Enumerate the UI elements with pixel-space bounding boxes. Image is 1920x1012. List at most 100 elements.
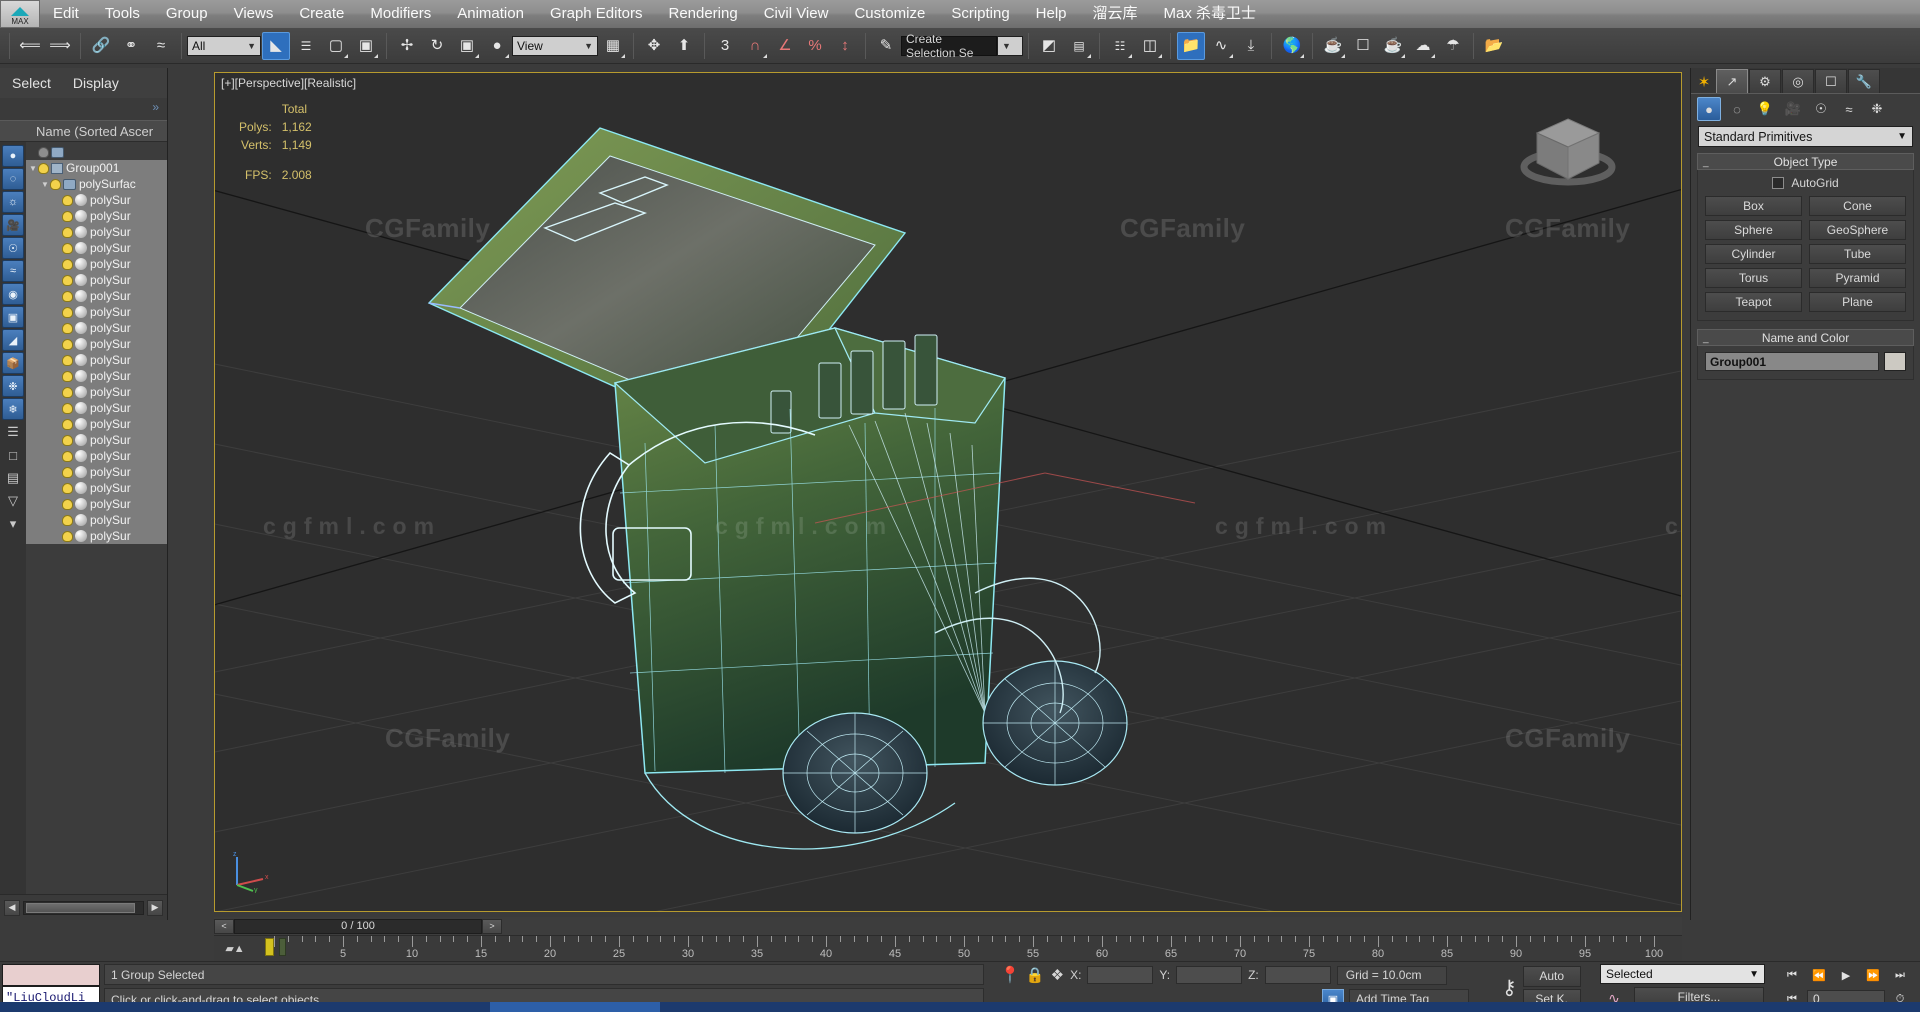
menu-item-tools[interactable]: Tools bbox=[92, 0, 153, 28]
light-bulb-icon[interactable] bbox=[62, 514, 73, 526]
angle-snap-toggle-button[interactable]: ∠ bbox=[771, 32, 799, 60]
minimize-icon[interactable]: _ bbox=[1703, 333, 1709, 344]
undo-button[interactable]: ⟸ bbox=[16, 32, 44, 60]
edit-named-selection-sets-button[interactable]: ✎ bbox=[872, 32, 900, 60]
light-bulb-icon[interactable] bbox=[62, 466, 73, 478]
scene-explorer-row[interactable]: polySur bbox=[26, 368, 167, 384]
light-bulb-icon[interactable] bbox=[38, 146, 49, 158]
menu-item-group[interactable]: Group bbox=[153, 0, 221, 28]
filter-particles-icon[interactable]: ❉ bbox=[2, 375, 24, 397]
layer-explorer-button[interactable]: ☷ bbox=[1106, 32, 1134, 60]
snaps-toggle-magnet-button[interactable]: ∩ bbox=[741, 32, 769, 60]
unlink-selection-button[interactable]: ⚭ bbox=[117, 32, 145, 60]
render-iterative-button[interactable]: ☁ bbox=[1409, 32, 1437, 60]
go-to-end-button[interactable]: ⏭ bbox=[1888, 965, 1912, 985]
light-bulb-icon[interactable] bbox=[62, 418, 73, 430]
redo-button[interactable]: ⟹ bbox=[46, 32, 74, 60]
light-bulb-icon[interactable] bbox=[62, 354, 73, 366]
snap-toggle-button[interactable]: 3 bbox=[711, 32, 739, 60]
scene-explorer-row[interactable]: polySur bbox=[26, 432, 167, 448]
scene-explorer-row[interactable]: polySur bbox=[26, 416, 167, 432]
create-geosphere-button[interactable]: GeoSphere bbox=[1809, 220, 1906, 240]
scene-explorer-row[interactable]: polySur bbox=[26, 464, 167, 480]
horizontal-scrollbar[interactable] bbox=[23, 900, 144, 915]
light-bulb-icon[interactable] bbox=[62, 210, 73, 222]
light-bulb-icon[interactable] bbox=[62, 242, 73, 254]
light-bulb-icon[interactable] bbox=[62, 386, 73, 398]
previous-frame-button[interactable]: ⏪ bbox=[1807, 965, 1831, 985]
menu-item-civil-view[interactable]: Civil View bbox=[751, 0, 842, 28]
light-bulb-icon[interactable] bbox=[38, 162, 49, 174]
menu-item-help[interactable]: Help bbox=[1023, 0, 1080, 28]
light-bulb-icon[interactable] bbox=[62, 306, 73, 318]
reference-coordinate-dropdown[interactable]: View ▼ bbox=[512, 35, 598, 56]
scene-explorer-row[interactable]: polySur bbox=[26, 224, 167, 240]
filter-funnel-icon[interactable]: ▽ bbox=[2, 490, 24, 512]
scene-explorer-row[interactable]: polySur bbox=[26, 320, 167, 336]
scene-explorer-tab-select[interactable]: Select bbox=[12, 75, 51, 91]
mirror-tool-button[interactable]: ◩ bbox=[1035, 32, 1063, 60]
scene-explorer-row[interactable]: ▼ Group001 bbox=[26, 160, 167, 176]
light-bulb-icon[interactable] bbox=[62, 274, 73, 286]
viewport-label[interactable]: [+][Perspective][Realistic] bbox=[221, 76, 356, 90]
open-folder-button[interactable]: 📂 bbox=[1480, 32, 1508, 60]
select-object-button[interactable]: ◣ bbox=[262, 31, 290, 60]
scene-explorer-row[interactable]: polySur bbox=[26, 448, 167, 464]
light-bulb-icon[interactable] bbox=[62, 322, 73, 334]
menu-item-rendering[interactable]: Rendering bbox=[655, 0, 750, 28]
light-bulb-icon[interactable] bbox=[62, 434, 73, 446]
tab-motion[interactable]: ☐ bbox=[1815, 69, 1847, 93]
y-coordinate-input[interactable] bbox=[1176, 966, 1243, 984]
render-in-cloud-button[interactable]: ☂ bbox=[1439, 32, 1467, 60]
create-sphere-button[interactable]: Sphere bbox=[1705, 220, 1802, 240]
named-selection-set-dropdown[interactable]: ▼ bbox=[997, 35, 1023, 56]
align-tool-button[interactable]: ▤ bbox=[1065, 32, 1093, 60]
next-frame-button[interactable]: ⏩ bbox=[1861, 965, 1885, 985]
tab-display[interactable]: 🔧 bbox=[1848, 69, 1880, 93]
schematic-view-button[interactable]: ⤓ bbox=[1237, 32, 1265, 60]
display-blank-icon[interactable]: □ bbox=[2, 444, 24, 466]
x-coordinate-input[interactable] bbox=[1087, 966, 1154, 984]
scrollbar-thumb[interactable] bbox=[26, 902, 136, 913]
curve-editor-button[interactable]: ∿ bbox=[1207, 32, 1235, 60]
key-mode-toggle-button[interactable]: ⦿ bbox=[1915, 965, 1920, 985]
category-shapes-icon[interactable]: ◌ bbox=[1725, 97, 1749, 121]
menu-item-liuyunku[interactable]: 溜云库 bbox=[1080, 0, 1151, 28]
scene-explorer-row[interactable]: polySur bbox=[26, 512, 167, 528]
scene-explorer-row[interactable]: polySur bbox=[26, 240, 167, 256]
scene-explorer-row[interactable]: polySur bbox=[26, 528, 167, 544]
scroll-right-button[interactable]: ▶ bbox=[147, 899, 163, 916]
light-bulb-icon[interactable] bbox=[62, 290, 73, 302]
z-coordinate-input[interactable] bbox=[1264, 966, 1331, 984]
select-and-rotate-button[interactable]: ↻ bbox=[423, 32, 451, 60]
object-color-swatch[interactable] bbox=[1884, 352, 1906, 371]
key-icon[interactable]: ⚷ bbox=[1502, 975, 1517, 1000]
create-pyramid-button[interactable]: Pyramid bbox=[1809, 268, 1906, 288]
create-torus-button[interactable]: Torus bbox=[1705, 268, 1802, 288]
absolute-relative-toggle-icon[interactable]: ❖ bbox=[1051, 966, 1064, 984]
align-button[interactable]: ⬆ bbox=[670, 32, 698, 60]
display-list-icon[interactable]: ☰ bbox=[2, 421, 24, 443]
filter-space-warps-icon[interactable]: ≈ bbox=[2, 260, 24, 282]
light-bulb-icon[interactable] bbox=[62, 338, 73, 350]
scene-explorer-row[interactable]: polySur bbox=[26, 352, 167, 368]
lock-icon[interactable]: 🔒 bbox=[1026, 966, 1045, 984]
track-bar-ruler[interactable]: 5 10 15 20 25 30 35 40 45 50 55 60 65 70 75 80 85 90 95 100 bbox=[214, 935, 1682, 961]
select-and-link-button[interactable]: 🔗 bbox=[87, 32, 115, 60]
category-cameras-icon[interactable]: 🎥 bbox=[1781, 97, 1805, 121]
time-slider-next-button[interactable]: > bbox=[482, 918, 502, 934]
scene-explorer-row[interactable]: polySur bbox=[26, 208, 167, 224]
select-and-scale-button[interactable]: ▣ bbox=[453, 32, 481, 60]
scene-explorer-row[interactable]: polySur bbox=[26, 256, 167, 272]
light-bulb-icon[interactable] bbox=[62, 258, 73, 270]
render-production-button[interactable]: ☕ bbox=[1379, 32, 1407, 60]
menu-item-graph-editors[interactable]: Graph Editors bbox=[537, 0, 656, 28]
primitives-type-dropdown[interactable]: Standard Primitives ▼ bbox=[1698, 126, 1913, 147]
menu-item-views[interactable]: Views bbox=[221, 0, 287, 28]
filter-helpers-icon[interactable]: ☉ bbox=[2, 237, 24, 259]
scene-explorer-row[interactable] bbox=[26, 144, 167, 160]
menu-item-customize[interactable]: Customize bbox=[841, 0, 938, 28]
app-logo[interactable]: MAX bbox=[0, 0, 40, 28]
tab-create[interactable]: ↗ bbox=[1716, 69, 1748, 93]
material-editor-button[interactable]: 🌎 bbox=[1278, 32, 1306, 60]
